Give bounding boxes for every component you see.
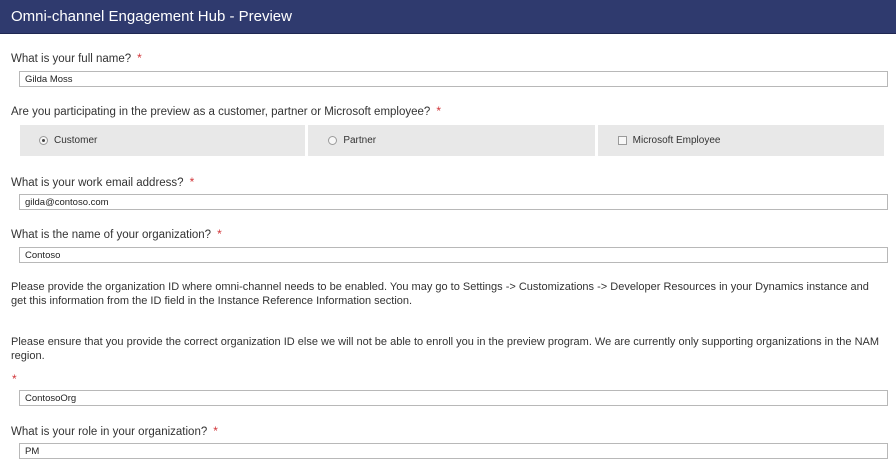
option-customer-label: Customer — [54, 135, 98, 146]
form-header: Omni-channel Engagement Hub - Preview — [0, 0, 896, 34]
required-marker: * — [217, 227, 222, 241]
checkbox-icon[interactable] — [617, 136, 627, 145]
required-marker: * — [12, 372, 17, 386]
option-microsoft-employee[interactable]: Microsoft Employee — [597, 125, 884, 156]
role-input[interactable] — [19, 443, 888, 459]
option-microsoft-employee-label: Microsoft Employee — [632, 135, 721, 146]
full-name-input[interactable] — [19, 71, 888, 87]
org-id-note: Please ensure that you provide the corre… — [11, 336, 880, 362]
required-marker: * — [436, 104, 441, 118]
email-label: What is your work email address? * — [11, 175, 195, 189]
org-id-input[interactable] — [19, 390, 888, 406]
required-marker: * — [137, 51, 142, 65]
org-name-label: What is the name of your organization? * — [11, 227, 222, 241]
radio-icon[interactable] — [328, 136, 338, 145]
participation-options: Customer Partner Microsoft Employee — [20, 125, 884, 156]
role-label: What is your role in your organization? * — [11, 424, 218, 438]
radio-selected-icon[interactable] — [39, 136, 48, 145]
org-name-input[interactable] — [19, 247, 888, 263]
option-partner-label: Partner — [343, 135, 377, 146]
participation-label: Are you participating in the preview as … — [11, 104, 441, 118]
org-id-instructions: Please provide the organization ID where… — [11, 281, 869, 307]
email-input[interactable] — [19, 194, 888, 210]
required-marker: * — [213, 424, 218, 438]
option-customer[interactable]: Customer — [20, 125, 306, 156]
option-partner[interactable]: Partner — [308, 125, 595, 156]
form-title: Omni-channel Engagement Hub - Preview — [11, 8, 292, 25]
required-marker: * — [189, 175, 195, 189]
full-name-label: What is your full name? * — [11, 51, 142, 65]
